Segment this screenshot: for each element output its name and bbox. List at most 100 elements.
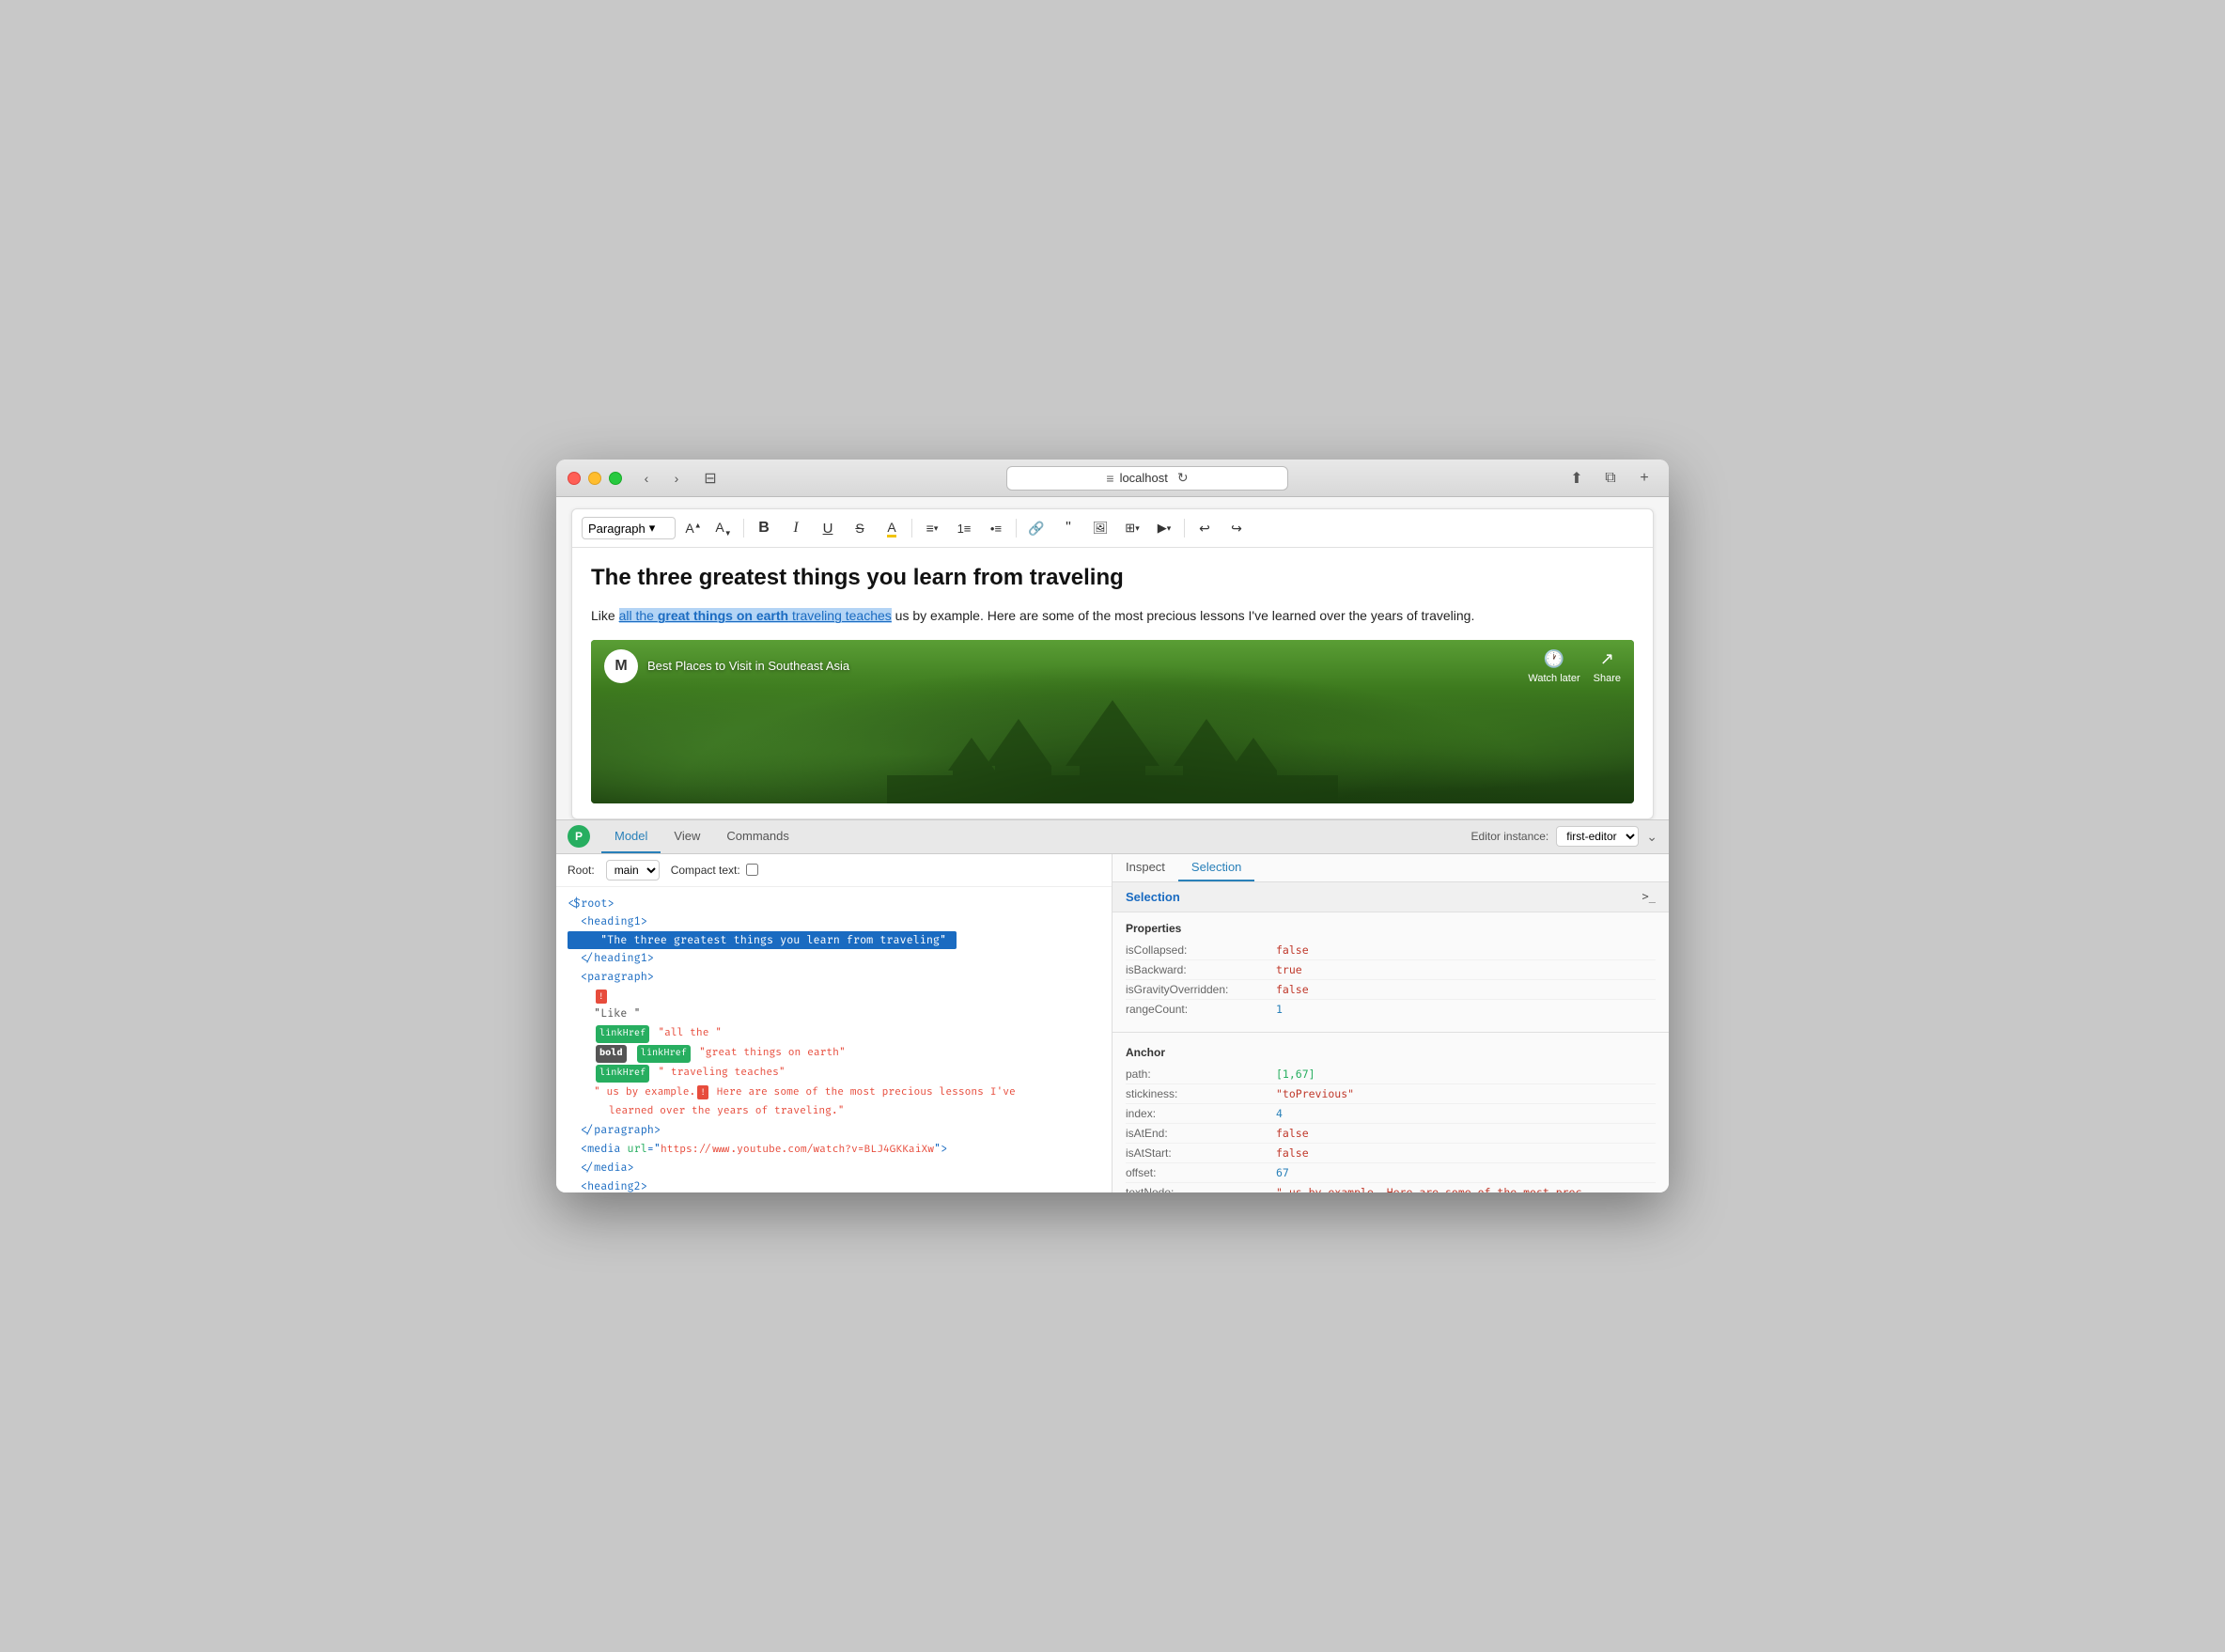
share-video-icon: ↗ (1600, 649, 1614, 669)
align-arrow: ▾ (934, 523, 939, 534)
tree-panel: Root: main Compact text: <$root> <headin… (556, 854, 1112, 1192)
anchor-val-5: 67 (1276, 1166, 1289, 1179)
editor-toolbar: Paragraph ▾ A▲ A▼ B I U S A ≡ ▾ (572, 509, 1653, 548)
link1[interactable]: all the (619, 608, 658, 623)
tree-node-para-text: " us by example.! Here are some of the m… (568, 1083, 1100, 1102)
root-label: Root: (568, 864, 595, 877)
anchor-key-4: isAtStart: (1126, 1146, 1276, 1160)
panel-chevron-icon[interactable]: ⌄ (1646, 829, 1657, 845)
highlight-button[interactable]: A (878, 515, 906, 541)
close-button[interactable] (568, 472, 581, 485)
paragraph-select[interactable]: Paragraph ▾ (582, 517, 676, 539)
fullscreen-button[interactable] (609, 472, 622, 485)
tab-commands[interactable]: Commands (713, 819, 801, 853)
compact-text-checkbox[interactable] (746, 864, 758, 876)
tab-selection[interactable]: Selection (1178, 854, 1254, 881)
align-icon: ≡ (926, 521, 934, 536)
quote-button[interactable]: " (1054, 515, 1082, 541)
text-size-down-button[interactable]: A▼ (709, 515, 738, 541)
table-button[interactable]: ⊞ ▾ (1118, 515, 1146, 541)
media-button[interactable]: ▶ ▾ (1150, 515, 1178, 541)
anchor-key-6: textNode: (1126, 1186, 1276, 1192)
tree-node-heading1-open[interactable]: <heading1> (568, 912, 1100, 931)
tab-model[interactable]: Model (601, 819, 661, 853)
bold-badge: bold (596, 1045, 627, 1063)
panel-logo[interactable]: P (568, 825, 590, 848)
highlight-icon: A (887, 520, 895, 538)
tab-view[interactable]: View (661, 819, 713, 853)
inspect-cmd-button[interactable]: >_ (1642, 890, 1656, 903)
tree-node-heading1-text[interactable]: "The three greatest things you learn fro… (568, 931, 957, 950)
panel-content: Root: main Compact text: <$root> <headin… (556, 854, 1669, 1192)
linkhref-badge-3: linkHref (596, 1065, 649, 1083)
bold-button[interactable]: B (750, 515, 778, 541)
back-button[interactable]: ‹ (633, 468, 660, 489)
section-divider-1 (1112, 1032, 1669, 1033)
sidebar-toggle-button[interactable]: ⊟ (697, 468, 724, 489)
paragraph-rest: Here are some of the most precious lesso… (984, 608, 1474, 623)
anchor-row-4: isAtStart: false (1126, 1144, 1656, 1163)
anchor-row-3: isAtEnd: false (1126, 1124, 1656, 1144)
italic-button[interactable]: I (782, 515, 810, 541)
share-video-label: Share (1594, 673, 1621, 684)
editor-instance-select[interactable]: first-editor (1556, 826, 1639, 847)
anchor-row-2: index: 4 (1126, 1104, 1656, 1124)
paragraph-label: Paragraph (588, 522, 646, 536)
root-select[interactable]: main (606, 860, 660, 881)
tree-node-link1: linkHref "all the " (568, 1023, 1100, 1043)
nav-buttons: ‹ › (633, 468, 690, 489)
underline-button[interactable]: U (814, 515, 842, 541)
link2-bold[interactable]: great things on earth (658, 608, 788, 623)
video-embed[interactable]: M Best Places to Visit in Southeast Asia… (591, 640, 1634, 803)
dropdown-arrow-icon: ▾ (649, 521, 656, 536)
anchor-val-6: " us by example. Here are some of the mo… (1276, 1186, 1588, 1192)
inline-error-badge: ! (697, 1085, 708, 1099)
undo-button[interactable]: ↩ (1190, 515, 1219, 541)
panel-tabs-right: Editor instance: first-editor ⌄ (1471, 826, 1657, 847)
watch-later-button[interactable]: 🕐 Watch later (1528, 649, 1579, 684)
video-right: 🕐 Watch later ↗ Share (1528, 649, 1621, 684)
address-bar[interactable]: ≡ localhost ↻ (1006, 466, 1288, 491)
prop-key-1: isBackward: (1126, 963, 1276, 976)
strikethrough-button[interactable]: S (846, 515, 874, 541)
tab-inspect[interactable]: Inspect (1112, 854, 1178, 881)
prop-val-2: false (1276, 983, 1309, 996)
new-tab-button[interactable]: + (1631, 468, 1657, 489)
address-bar-container: ≡ localhost ↻ (731, 466, 1564, 491)
linkhref-badge-2: linkHref (637, 1045, 691, 1063)
address-text: localhost (1120, 471, 1168, 485)
list-ordered-button[interactable]: 1≡ (950, 515, 978, 541)
minimize-button[interactable] (588, 472, 601, 485)
tree-node-media[interactable]: <media url="https://www.youtube.com/watc… (568, 1140, 1100, 1160)
tree-content[interactable]: <$root> <heading1> "The three greatest t… (556, 887, 1112, 1192)
forward-button[interactable]: › (663, 468, 690, 489)
redo-button[interactable]: ↪ (1222, 515, 1251, 541)
share-button[interactable]: ⬆ (1564, 468, 1590, 489)
list-bullet-button[interactable]: •≡ (982, 515, 1010, 541)
tree-node-media-close: </media> (568, 1159, 1100, 1177)
prop-row-2: isGravityOverridden: false (1126, 980, 1656, 1000)
compact-text-label: Compact text: (671, 864, 758, 877)
tree-node-heading2-open[interactable]: <heading2> (568, 1177, 1100, 1192)
share-video-button[interactable]: ↗ Share (1594, 649, 1621, 684)
prop-key-0: isCollapsed: (1126, 943, 1276, 957)
text-size-up-button[interactable]: A▲ (679, 515, 708, 541)
link-button[interactable]: 🔗 (1022, 515, 1050, 541)
link3[interactable]: traveling teaches (788, 608, 892, 623)
anchor-key-3: isAtEnd: (1126, 1127, 1276, 1140)
align-button[interactable]: ≡ ▾ (918, 515, 946, 541)
image-button[interactable]: 🖼 (1086, 515, 1114, 541)
panel-tabs-bar: P Model View Commands Editor instance: f… (556, 820, 1669, 854)
anchor-key-0: path: (1126, 1068, 1276, 1081)
text-size-down-icon: A▼ (715, 520, 731, 538)
inspect-panel: Inspect Selection Selection >_ Propertie… (1112, 854, 1669, 1192)
editor-content[interactable]: The three greatest things you learn from… (572, 548, 1653, 818)
new-window-button[interactable]: ⧉ (1597, 468, 1624, 489)
watch-later-icon: 🕐 (1544, 649, 1564, 669)
prop-key-2: isGravityOverridden: (1126, 983, 1276, 996)
reload-button[interactable]: ↻ (1177, 470, 1189, 486)
tree-node-paragraph-open[interactable]: <paragraph> (568, 968, 1100, 987)
prop-val-3: 1 (1276, 1003, 1283, 1016)
anchor-key-5: offset: (1126, 1166, 1276, 1179)
separator-1 (743, 519, 744, 538)
